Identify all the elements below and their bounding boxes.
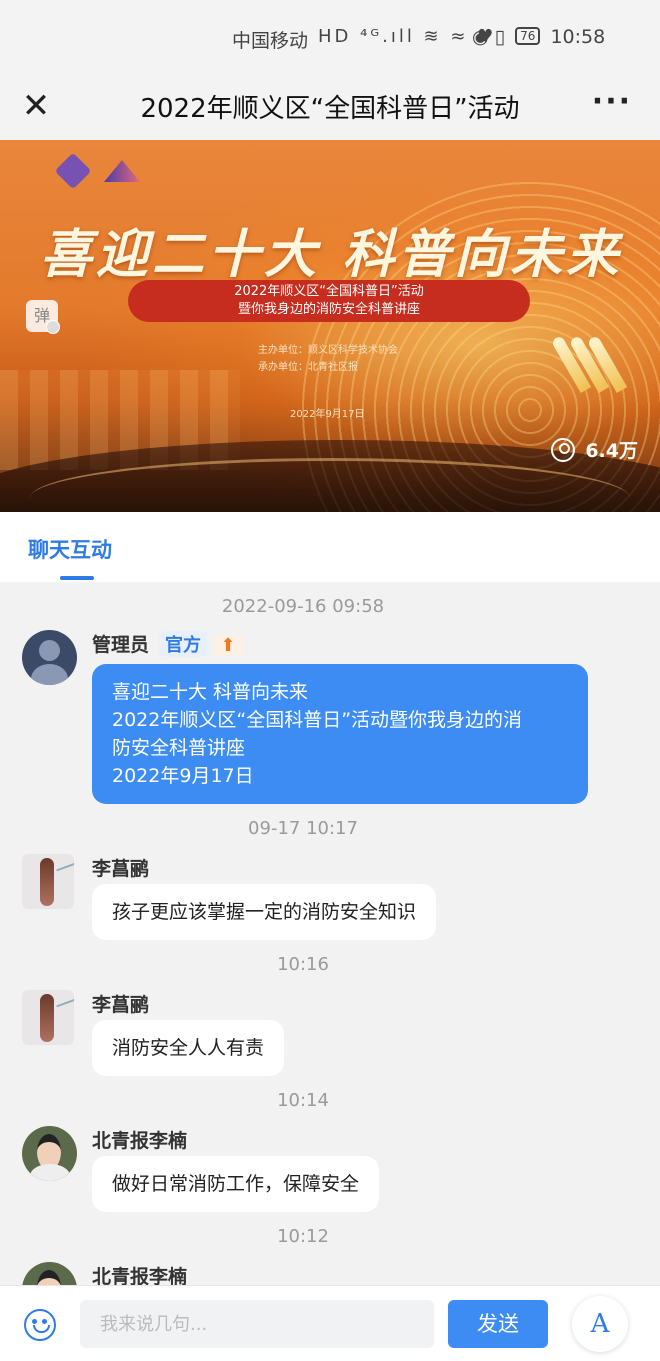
- danmu-check-icon: [46, 320, 60, 334]
- sponsor-logo-icon: [54, 152, 92, 190]
- banner-subtitle-line1: 2022年顺义区“全国科普日”活动: [234, 284, 424, 299]
- eye-vibrate-icons: ◉ ▯: [472, 26, 506, 48]
- username-text: 管理员: [92, 634, 150, 656]
- message-line: 2022年顺义区“全国科普日”活动暨你我身边的消: [112, 709, 523, 731]
- official-badge: 官方: [159, 631, 208, 657]
- tab-active-indicator: [60, 576, 94, 580]
- carrier-label: 中国移动: [232, 30, 309, 52]
- message-line: 防安全科普讲座: [112, 737, 246, 759]
- chat-username: 管理员 官方 ⬆: [92, 630, 244, 657]
- banner-headline: 喜迎二十大 科普向未来: [40, 224, 623, 285]
- message-bubble: 做好日常消防工作，保障安全: [92, 1156, 380, 1212]
- battery-icon: 76: [515, 27, 541, 45]
- banner-date: 2022年9月17日: [290, 409, 365, 420]
- tab-chat[interactable]: 聊天互动: [28, 534, 112, 564]
- banner-subtitle-line2: 暨你我身边的消防安全科普讲座: [237, 302, 420, 317]
- sponsor-logo-2-icon: [104, 160, 140, 182]
- timestamp: 10:12: [277, 1226, 329, 1247]
- live-video-banner[interactable]: 喜迎二十大 科普向未来 2022年顺义区“全国科普日”活动 暨你我身边的消防安全…: [0, 140, 660, 512]
- message-bubble: 消防安全人人有责: [92, 1020, 285, 1076]
- emoji-icon[interactable]: [24, 1309, 56, 1341]
- status-bar: 中国移动 HD ⁴ᴳ.ıll ≋ ≈ ♥ ◉ ▯ 76 10:58: [0, 0, 660, 78]
- more-icon[interactable]: ···: [592, 84, 632, 119]
- avatar[interactable]: [22, 1262, 77, 1285]
- avatar[interactable]: [22, 630, 77, 685]
- avatar[interactable]: [22, 854, 74, 909]
- chat-input[interactable]: [80, 1300, 434, 1348]
- message-line: 喜迎二十大 科普向未来: [112, 681, 309, 703]
- chat-username: 李菖鹂: [92, 858, 150, 880]
- clock: 10:58: [550, 26, 606, 48]
- co-organizer-text: 承办单位：北青社区报: [258, 362, 358, 373]
- page-title: 2022年顺义区“全国科普日”活动: [140, 94, 520, 124]
- chat-list[interactable]: 2022-09-16 09:58 管理员 官方 ⬆ 喜迎二十大 科普向未来 2022…: [0, 582, 660, 1285]
- organizer-text: 主办单位：顺义区科学技术协会: [258, 345, 398, 356]
- user-icon: [551, 438, 576, 462]
- signal-wifi-icons: HD ⁴ᴳ.ıll ≋ ≈ ♥: [318, 26, 497, 47]
- timestamp: 09-17 10:17: [248, 818, 358, 839]
- chat-username: 北青报李楠: [92, 1130, 188, 1152]
- viewer-count: 6.4万: [551, 436, 638, 463]
- send-button[interactable]: 发送: [448, 1300, 548, 1348]
- avatar[interactable]: [22, 1126, 77, 1181]
- banner-organizers: 主办单位：顺义区科学技术协会 承办单位：北青社区报: [258, 342, 398, 376]
- pin-icon: ⬆: [213, 635, 244, 656]
- timestamp: 10:14: [277, 1090, 329, 1111]
- message-line: 2022年9月17日: [112, 765, 254, 787]
- status-right: ◉ ▯ 76 10:58: [472, 26, 605, 48]
- banner-subtitle-pill: 2022年顺义区“全国科普日”活动 暨你我身边的消防安全科普讲座: [128, 280, 530, 322]
- avatar[interactable]: [22, 990, 74, 1045]
- chat-input-bar: 发送 A: [0, 1285, 660, 1361]
- viewer-count-value: 6.4万: [585, 440, 638, 462]
- message-bubble: 孩子更应该掌握一定的消防安全知识: [92, 884, 437, 940]
- timestamp: 10:16: [277, 954, 329, 975]
- nav-bar: ✕ 2022年顺义区“全国科普日”活动 ···: [0, 78, 660, 140]
- message-bubble: 喜迎二十大 科普向未来 2022年顺义区“全国科普日”活动暨你我身边的消 防安全…: [92, 664, 588, 804]
- chat-username: 李菖鹂: [92, 994, 150, 1016]
- timestamp: 2022-09-16 09:58: [221, 596, 385, 617]
- rocket-decoration-icon: [550, 320, 632, 393]
- font-size-button[interactable]: A: [572, 1296, 628, 1352]
- chat-username: 北青报李楠: [92, 1266, 188, 1285]
- tab-bar: 聊天互动: [0, 512, 660, 582]
